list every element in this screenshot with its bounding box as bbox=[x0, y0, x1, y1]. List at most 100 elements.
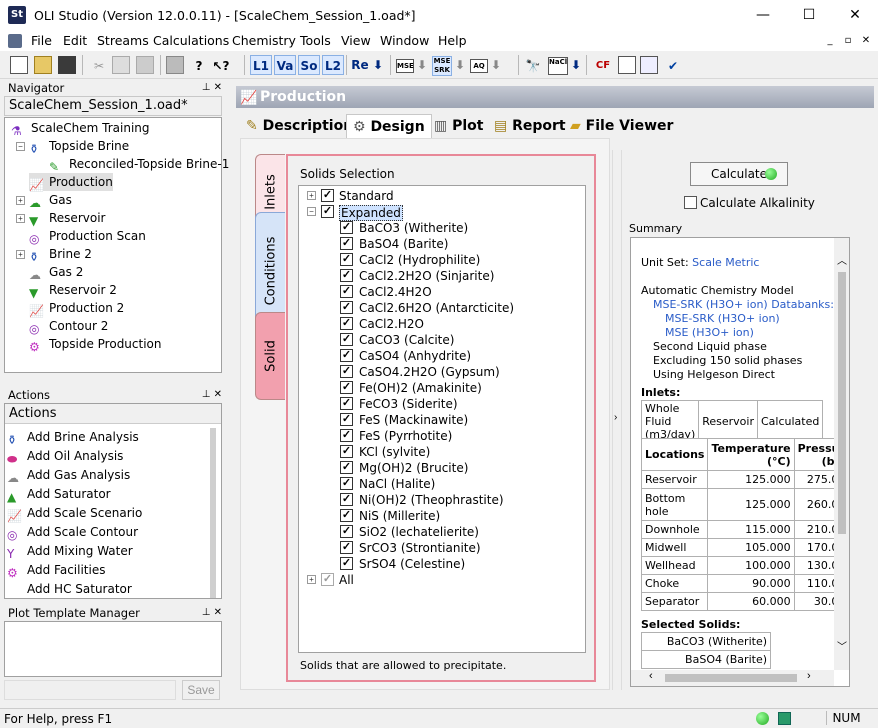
new-file-icon[interactable] bbox=[10, 56, 28, 74]
tree-item-reservoir[interactable]: ▼ Reservoir bbox=[29, 209, 105, 228]
solid-checkbox[interactable]: ✓ bbox=[340, 221, 353, 234]
menu-tools[interactable]: Tools bbox=[300, 33, 331, 48]
mdi-close-icon[interactable]: ✕ bbox=[858, 34, 874, 48]
close-button[interactable]: ✕ bbox=[832, 0, 878, 31]
menu-chemistry[interactable]: Chemistry bbox=[232, 33, 296, 48]
alkalinity-checkbox[interactable] bbox=[684, 196, 697, 209]
paste-icon[interactable] bbox=[136, 56, 154, 74]
solid-checkbox[interactable]: ✓ bbox=[340, 493, 353, 506]
scroll-right-icon[interactable]: › bbox=[807, 670, 811, 682]
action-add-mixing-water[interactable]: Y Add Mixing Water bbox=[7, 542, 133, 561]
cut-icon[interactable]: ✂ bbox=[90, 56, 108, 74]
srk-down-icon[interactable]: ⬇ bbox=[454, 55, 466, 75]
mdi-restore-icon[interactable]: ▫ bbox=[840, 34, 856, 48]
tree-item-production[interactable]: 📈 Production bbox=[29, 173, 113, 192]
solid-checkbox[interactable]: ✓ bbox=[340, 477, 353, 490]
tree-item-topside-brine[interactable]: ⚱ Topside Brine bbox=[29, 137, 129, 156]
so-button[interactable]: So bbox=[298, 55, 320, 75]
summary-hscroll-thumb[interactable] bbox=[665, 674, 797, 682]
tab-report[interactable]: ▤ Report bbox=[490, 114, 570, 138]
solid-checkbox[interactable]: ✓ bbox=[340, 365, 353, 378]
l2-button[interactable]: L2 bbox=[322, 55, 344, 75]
tree-item-scalechem-training[interactable]: ⚗ ScaleChem Training bbox=[11, 119, 150, 138]
solid-checkbox[interactable]: ✓ bbox=[340, 285, 353, 298]
menu-help[interactable]: Help bbox=[438, 33, 467, 48]
solid-checkbox[interactable]: ✓ bbox=[340, 525, 353, 538]
save-button[interactable]: Save bbox=[182, 680, 220, 700]
mse-srk-icon[interactable]: MSE SRK bbox=[432, 56, 452, 76]
solid-checkbox[interactable]: ✓ bbox=[340, 349, 353, 362]
solid-checkbox[interactable]: ✓ bbox=[340, 541, 353, 554]
plot-template-pin-icon[interactable]: ⊥ ✕ bbox=[202, 605, 222, 621]
mse-down-icon[interactable]: ⬇ bbox=[416, 55, 428, 75]
menu-calculations[interactable]: Calculations bbox=[153, 33, 229, 48]
all-checkbox[interactable]: ✓ bbox=[321, 573, 334, 586]
menu-window[interactable]: Window bbox=[380, 33, 429, 48]
re-button[interactable]: Re bbox=[350, 55, 370, 75]
nacl-icon[interactable]: NaCl bbox=[548, 57, 568, 75]
open-folder-icon[interactable] bbox=[34, 56, 52, 74]
solid-checkbox[interactable]: ✓ bbox=[340, 509, 353, 522]
tab-plot[interactable]: ▥ Plot bbox=[430, 114, 487, 138]
tree-item-reservoir-2[interactable]: ▼ Reservoir 2 bbox=[29, 281, 117, 300]
scroll-up-icon[interactable]: ︿ bbox=[837, 252, 847, 267]
solid-checkbox[interactable]: ✓ bbox=[340, 317, 353, 330]
solid-checkbox[interactable]: ✓ bbox=[340, 429, 353, 442]
properties-icon[interactable] bbox=[640, 56, 658, 74]
solid-checkbox[interactable]: ✓ bbox=[340, 557, 353, 570]
action-add-oil[interactable]: ⬬ Add Oil Analysis bbox=[7, 447, 123, 466]
tab-solid[interactable]: Solid bbox=[255, 312, 285, 400]
va-button[interactable]: Va bbox=[274, 55, 296, 75]
summary-vscroll[interactable]: ︿ ﹀ bbox=[834, 238, 849, 670]
action-add-brine[interactable]: ⚱ Add Brine Analysis bbox=[7, 428, 139, 447]
menu-streams[interactable]: Streams bbox=[97, 33, 149, 48]
help-icon[interactable]: ? bbox=[190, 56, 208, 74]
minimize-button[interactable]: — bbox=[740, 0, 786, 31]
actions-pin-icon[interactable]: ⊥ ✕ bbox=[202, 387, 222, 403]
solid-checkbox[interactable]: ✓ bbox=[340, 397, 353, 410]
solid-checkbox[interactable]: ✓ bbox=[340, 381, 353, 394]
action-add-facilities[interactable]: ⚙ Add Facilities bbox=[7, 561, 105, 580]
tab-design[interactable]: ⚙ Design bbox=[346, 114, 432, 138]
action-add-hc-saturator[interactable]: Add HC Saturator bbox=[27, 580, 132, 598]
maximize-button[interactable]: ☐ bbox=[786, 0, 832, 31]
action-add-scale-scenario[interactable]: 📈 Add Scale Scenario bbox=[7, 504, 142, 523]
action-add-scale-contour[interactable]: ◎ Add Scale Contour bbox=[7, 523, 138, 542]
menu-edit[interactable]: Edit bbox=[63, 33, 87, 48]
tree-item-gas-2[interactable]: ☁ Gas 2 bbox=[29, 263, 83, 282]
aq-down-icon[interactable]: ⬇ bbox=[490, 55, 502, 75]
scroll-down-icon[interactable]: ﹀ bbox=[837, 638, 847, 653]
tree-item-topside-production[interactable]: ⚙ Topside Production bbox=[29, 335, 162, 354]
actions-scrollbar[interactable] bbox=[210, 428, 216, 598]
solid-checkbox[interactable]: ✓ bbox=[340, 253, 353, 266]
calculate-button[interactable]: Calculate bbox=[690, 162, 788, 186]
solid-checkbox[interactable]: ✓ bbox=[340, 413, 353, 426]
print-icon[interactable] bbox=[166, 56, 184, 74]
copy-icon[interactable] bbox=[112, 56, 130, 74]
context-help-icon[interactable]: ↖? bbox=[212, 56, 230, 74]
tree-item-reconciled-brine[interactable]: ✎ Reconciled-Topside Brine-1 bbox=[49, 155, 229, 174]
nacl-down-icon[interactable]: ⬇ bbox=[570, 55, 582, 75]
standard-checkbox[interactable]: ✓ bbox=[321, 189, 334, 202]
tree-item-brine-2[interactable]: ⚱ Brine 2 bbox=[29, 245, 92, 264]
chart-window-icon[interactable] bbox=[618, 56, 636, 74]
solid-checkbox[interactable]: ✓ bbox=[340, 301, 353, 314]
l1-button[interactable]: L1 bbox=[250, 55, 272, 75]
expanded-label[interactable]: Expanded bbox=[339, 205, 403, 221]
splitter[interactable]: › bbox=[612, 150, 622, 690]
scroll-left-icon[interactable]: ‹ bbox=[649, 670, 653, 682]
tree-item-contour-2[interactable]: ◎ Contour 2 bbox=[29, 317, 108, 336]
solid-checkbox[interactable]: ✓ bbox=[340, 461, 353, 474]
expanded-checkbox[interactable]: ✓ bbox=[321, 205, 334, 218]
check-list-icon[interactable]: ✔ bbox=[664, 56, 682, 74]
solid-checkbox[interactable]: ✓ bbox=[340, 237, 353, 250]
solid-checkbox[interactable]: ✓ bbox=[340, 445, 353, 458]
summary-vscroll-thumb[interactable] bbox=[838, 272, 846, 534]
aq-icon[interactable]: AQ bbox=[470, 59, 488, 73]
tab-file-viewer[interactable]: ▰ File Viewer bbox=[566, 114, 677, 138]
solid-checkbox[interactable]: ✓ bbox=[340, 269, 353, 282]
re-down-icon[interactable]: ⬇ bbox=[371, 55, 385, 75]
tree-item-production-2[interactable]: 📈 Production 2 bbox=[29, 299, 124, 318]
save-icon[interactable] bbox=[58, 56, 76, 74]
template-name-input[interactable] bbox=[4, 680, 176, 700]
